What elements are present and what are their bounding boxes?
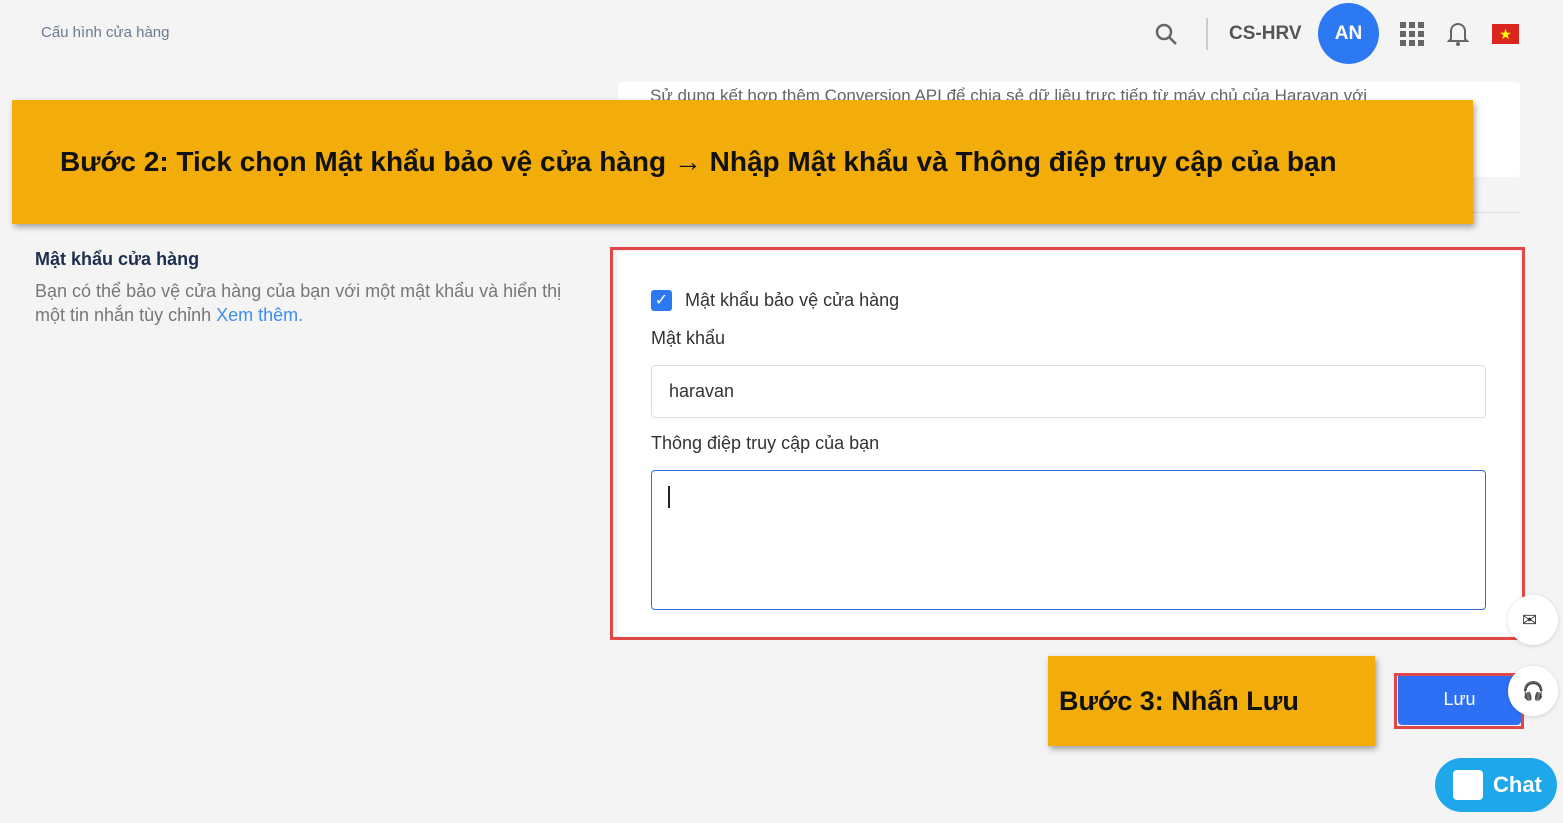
chat-label: Chat <box>1493 772 1542 797</box>
password-label: Mật khẩu <box>651 328 726 348</box>
protect-checkbox[interactable]: ✓ <box>651 290 672 311</box>
password-input[interactable] <box>651 365 1486 418</box>
apps-grid-icon[interactable] <box>1400 22 1424 46</box>
text-caret <box>668 486 670 508</box>
store-name[interactable]: CS-HRV <box>1229 23 1302 45</box>
vietnam-flag-icon[interactable]: ★ <box>1492 24 1519 44</box>
message-textarea[interactable] <box>651 470 1486 610</box>
section-description: Bạn có thể bảo vệ cửa hàng của bạn với m… <box>35 279 595 327</box>
step2-annotation: Bước 2: Tick chọn Mật khẩu bảo vệ cửa hà… <box>12 100 1473 224</box>
chat-button[interactable]: Chat <box>1435 758 1557 812</box>
section-title: Mật khẩu cửa hàng <box>35 249 200 269</box>
mail-icon[interactable]: ✉ <box>1508 595 1558 645</box>
chat-icon <box>1453 770 1483 800</box>
headset-icon[interactable]: 🎧 <box>1508 666 1558 716</box>
bell-icon[interactable] <box>1446 20 1470 46</box>
divider <box>1206 18 1208 50</box>
search-icon[interactable] <box>1154 22 1178 46</box>
checkbox-label[interactable]: Mật khẩu bảo vệ cửa hàng <box>685 290 899 311</box>
breadcrumb[interactable]: Cấu hình cửa hàng <box>41 24 169 41</box>
avatar[interactable]: AN <box>1318 3 1379 64</box>
learn-more-link[interactable]: Xem thêm. <box>216 305 303 325</box>
message-label: Thông điệp truy cập của bạn <box>651 433 880 453</box>
step3-annotation: Bước 3: Nhấn Lưu <box>1048 656 1375 746</box>
save-highlight-box <box>1394 673 1524 729</box>
